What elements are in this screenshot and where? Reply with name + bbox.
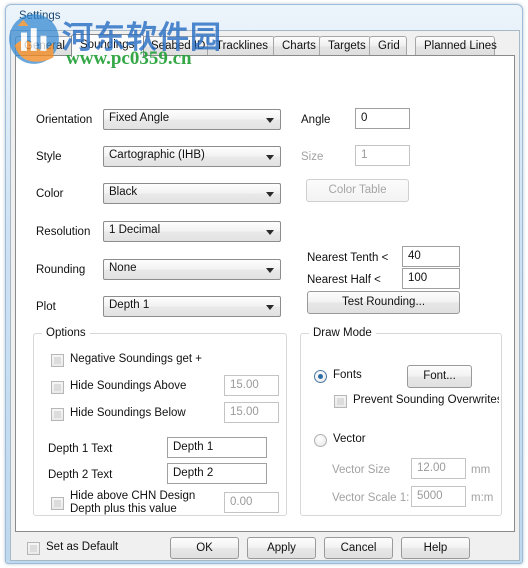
tab-label: Soundings [80, 39, 135, 51]
plot-label: Plot [36, 301, 56, 313]
nearest-tenth-input[interactable]: 40 [402, 246, 460, 267]
ok-button[interactable]: OK [170, 537, 239, 559]
vector-scale-unit: m:m [471, 492, 494, 504]
chevron-down-icon [266, 155, 274, 160]
settings-window: Settings General Soundings Seabed ID Tra… [5, 4, 523, 564]
draw-mode-group-title: Draw Mode [309, 327, 376, 339]
size-label: Size [301, 151, 324, 163]
hide-chn-design-label-line2: Depth plus this value [70, 503, 177, 515]
angle-input[interactable]: 0 [355, 108, 410, 129]
nearest-tenth-label: Nearest Tenth < [307, 252, 389, 264]
tab-label: Tracklines [216, 40, 268, 52]
tab-grid[interactable]: Grid [369, 36, 407, 56]
tab-targets[interactable]: Targets [319, 36, 371, 56]
resolution-label: Resolution [36, 226, 91, 238]
color-value: Black [109, 186, 138, 198]
tab-general[interactable]: General [15, 36, 73, 56]
tab-label: Charts [282, 40, 316, 52]
hide-soundings-above-checkbox[interactable] [51, 381, 64, 394]
vector-size-label: Vector Size [332, 464, 391, 476]
resolution-combo[interactable]: 1 Decimal [103, 221, 281, 242]
hide-soundings-below-label: Hide Soundings Below [70, 407, 186, 419]
depth1-text-label: Depth 1 Text [48, 443, 113, 455]
color-label: Color [36, 188, 64, 200]
prevent-sounding-overwrites-label: Prevent Sounding Overwrites [353, 394, 499, 406]
rounding-label: Rounding [36, 264, 86, 276]
chevron-down-icon [266, 192, 274, 197]
hide-chn-design-checkbox[interactable] [51, 497, 64, 510]
cancel-button[interactable]: Cancel [324, 537, 393, 559]
test-rounding-button[interactable]: Test Rounding... [307, 291, 460, 314]
orientation-label: Orientation [36, 114, 93, 126]
draw-mode-group: Draw Mode Fonts Font... Prevent Sounding… [300, 327, 502, 516]
depth2-text-input[interactable]: Depth 2 [167, 463, 267, 484]
tab-soundings[interactable]: Soundings [71, 34, 144, 57]
style-value: Cartographic (IHB) [109, 149, 205, 161]
orientation-value: Fixed Angle [109, 112, 170, 124]
vector-size-input[interactable]: 12.00 [411, 458, 466, 479]
font-button[interactable]: Font... [407, 365, 472, 388]
dialog-footer: Set as Default OK Apply Cancel Help [12, 533, 520, 561]
tab-label: Targets [328, 40, 366, 52]
chevron-down-icon [266, 268, 274, 273]
tab-label: Seabed ID [151, 40, 206, 52]
rounding-combo[interactable]: None [103, 259, 281, 280]
hide-soundings-below-input[interactable]: 15.00 [224, 402, 279, 423]
depth2-text-label: Depth 2 Text [48, 469, 113, 481]
tab-label: General [24, 40, 65, 52]
hide-soundings-below-checkbox[interactable] [51, 408, 64, 421]
hide-soundings-above-label: Hide Soundings Above [70, 380, 187, 392]
chevron-down-icon [266, 230, 274, 235]
help-button[interactable]: Help [401, 537, 470, 559]
angle-label: Angle [301, 114, 331, 126]
plot-combo[interactable]: Depth 1 [103, 296, 281, 317]
style-combo[interactable]: Cartographic (IHB) [103, 146, 281, 167]
rounding-value: None [109, 262, 137, 274]
options-group: Options Negative Soundings get + Hide So… [33, 327, 287, 516]
resolution-value: 1 Decimal [109, 224, 161, 236]
dialog-client-area: General Soundings Seabed ID Tracklines C… [10, 30, 520, 561]
vector-scale-label: Vector Scale 1: [332, 492, 410, 504]
fonts-label: Fonts [333, 369, 362, 381]
color-table-button[interactable]: Color Table [306, 179, 409, 202]
negative-soundings-label: Negative Soundings get + [70, 353, 203, 365]
tab-charts[interactable]: Charts [273, 36, 321, 56]
tab-seabed-id[interactable]: Seabed ID [142, 36, 209, 56]
nearest-half-label: Nearest Half < [307, 274, 381, 286]
tab-planned-lines[interactable]: Planned Lines [415, 36, 497, 56]
tab-label: Planned Lines [424, 40, 497, 52]
window-titlebar[interactable]: Settings [6, 5, 522, 33]
vector-radio[interactable] [314, 434, 327, 447]
plot-value: Depth 1 [109, 299, 150, 311]
tab-tracklines[interactable]: Tracklines [207, 36, 275, 56]
fonts-radio[interactable] [314, 370, 327, 383]
soundings-tab-page: Orientation Fixed Angle Style Cartograph… [15, 55, 515, 532]
size-input[interactable]: 1 [355, 145, 410, 166]
orientation-combo[interactable]: Fixed Angle [103, 109, 281, 130]
vector-scale-input[interactable]: 5000 [411, 486, 466, 507]
tab-label: Grid [378, 40, 400, 52]
depth1-text-input[interactable]: Depth 1 [167, 437, 267, 458]
nearest-half-input[interactable]: 100 [402, 268, 460, 289]
color-combo[interactable]: Black [103, 183, 281, 204]
style-label: Style [36, 151, 62, 163]
window-title: Settings [19, 10, 61, 22]
tab-bar: General Soundings Seabed ID Tracklines C… [15, 34, 515, 57]
apply-button[interactable]: Apply [247, 537, 316, 559]
hide-chn-design-input[interactable]: 0.00 [224, 492, 279, 513]
hide-chn-design-label-line1: Hide above CHN Design [70, 490, 196, 502]
prevent-sounding-overwrites-checkbox[interactable] [334, 395, 347, 408]
hide-soundings-above-input[interactable]: 15.00 [224, 375, 279, 396]
vector-label: Vector [333, 433, 366, 445]
negative-soundings-checkbox[interactable] [51, 354, 64, 367]
chevron-down-icon [266, 305, 274, 310]
set-as-default-label: Set as Default [46, 541, 119, 553]
options-group-title: Options [42, 327, 90, 339]
chevron-down-icon [266, 118, 274, 123]
vector-size-unit: mm [471, 464, 491, 476]
set-as-default-checkbox[interactable] [27, 542, 40, 555]
